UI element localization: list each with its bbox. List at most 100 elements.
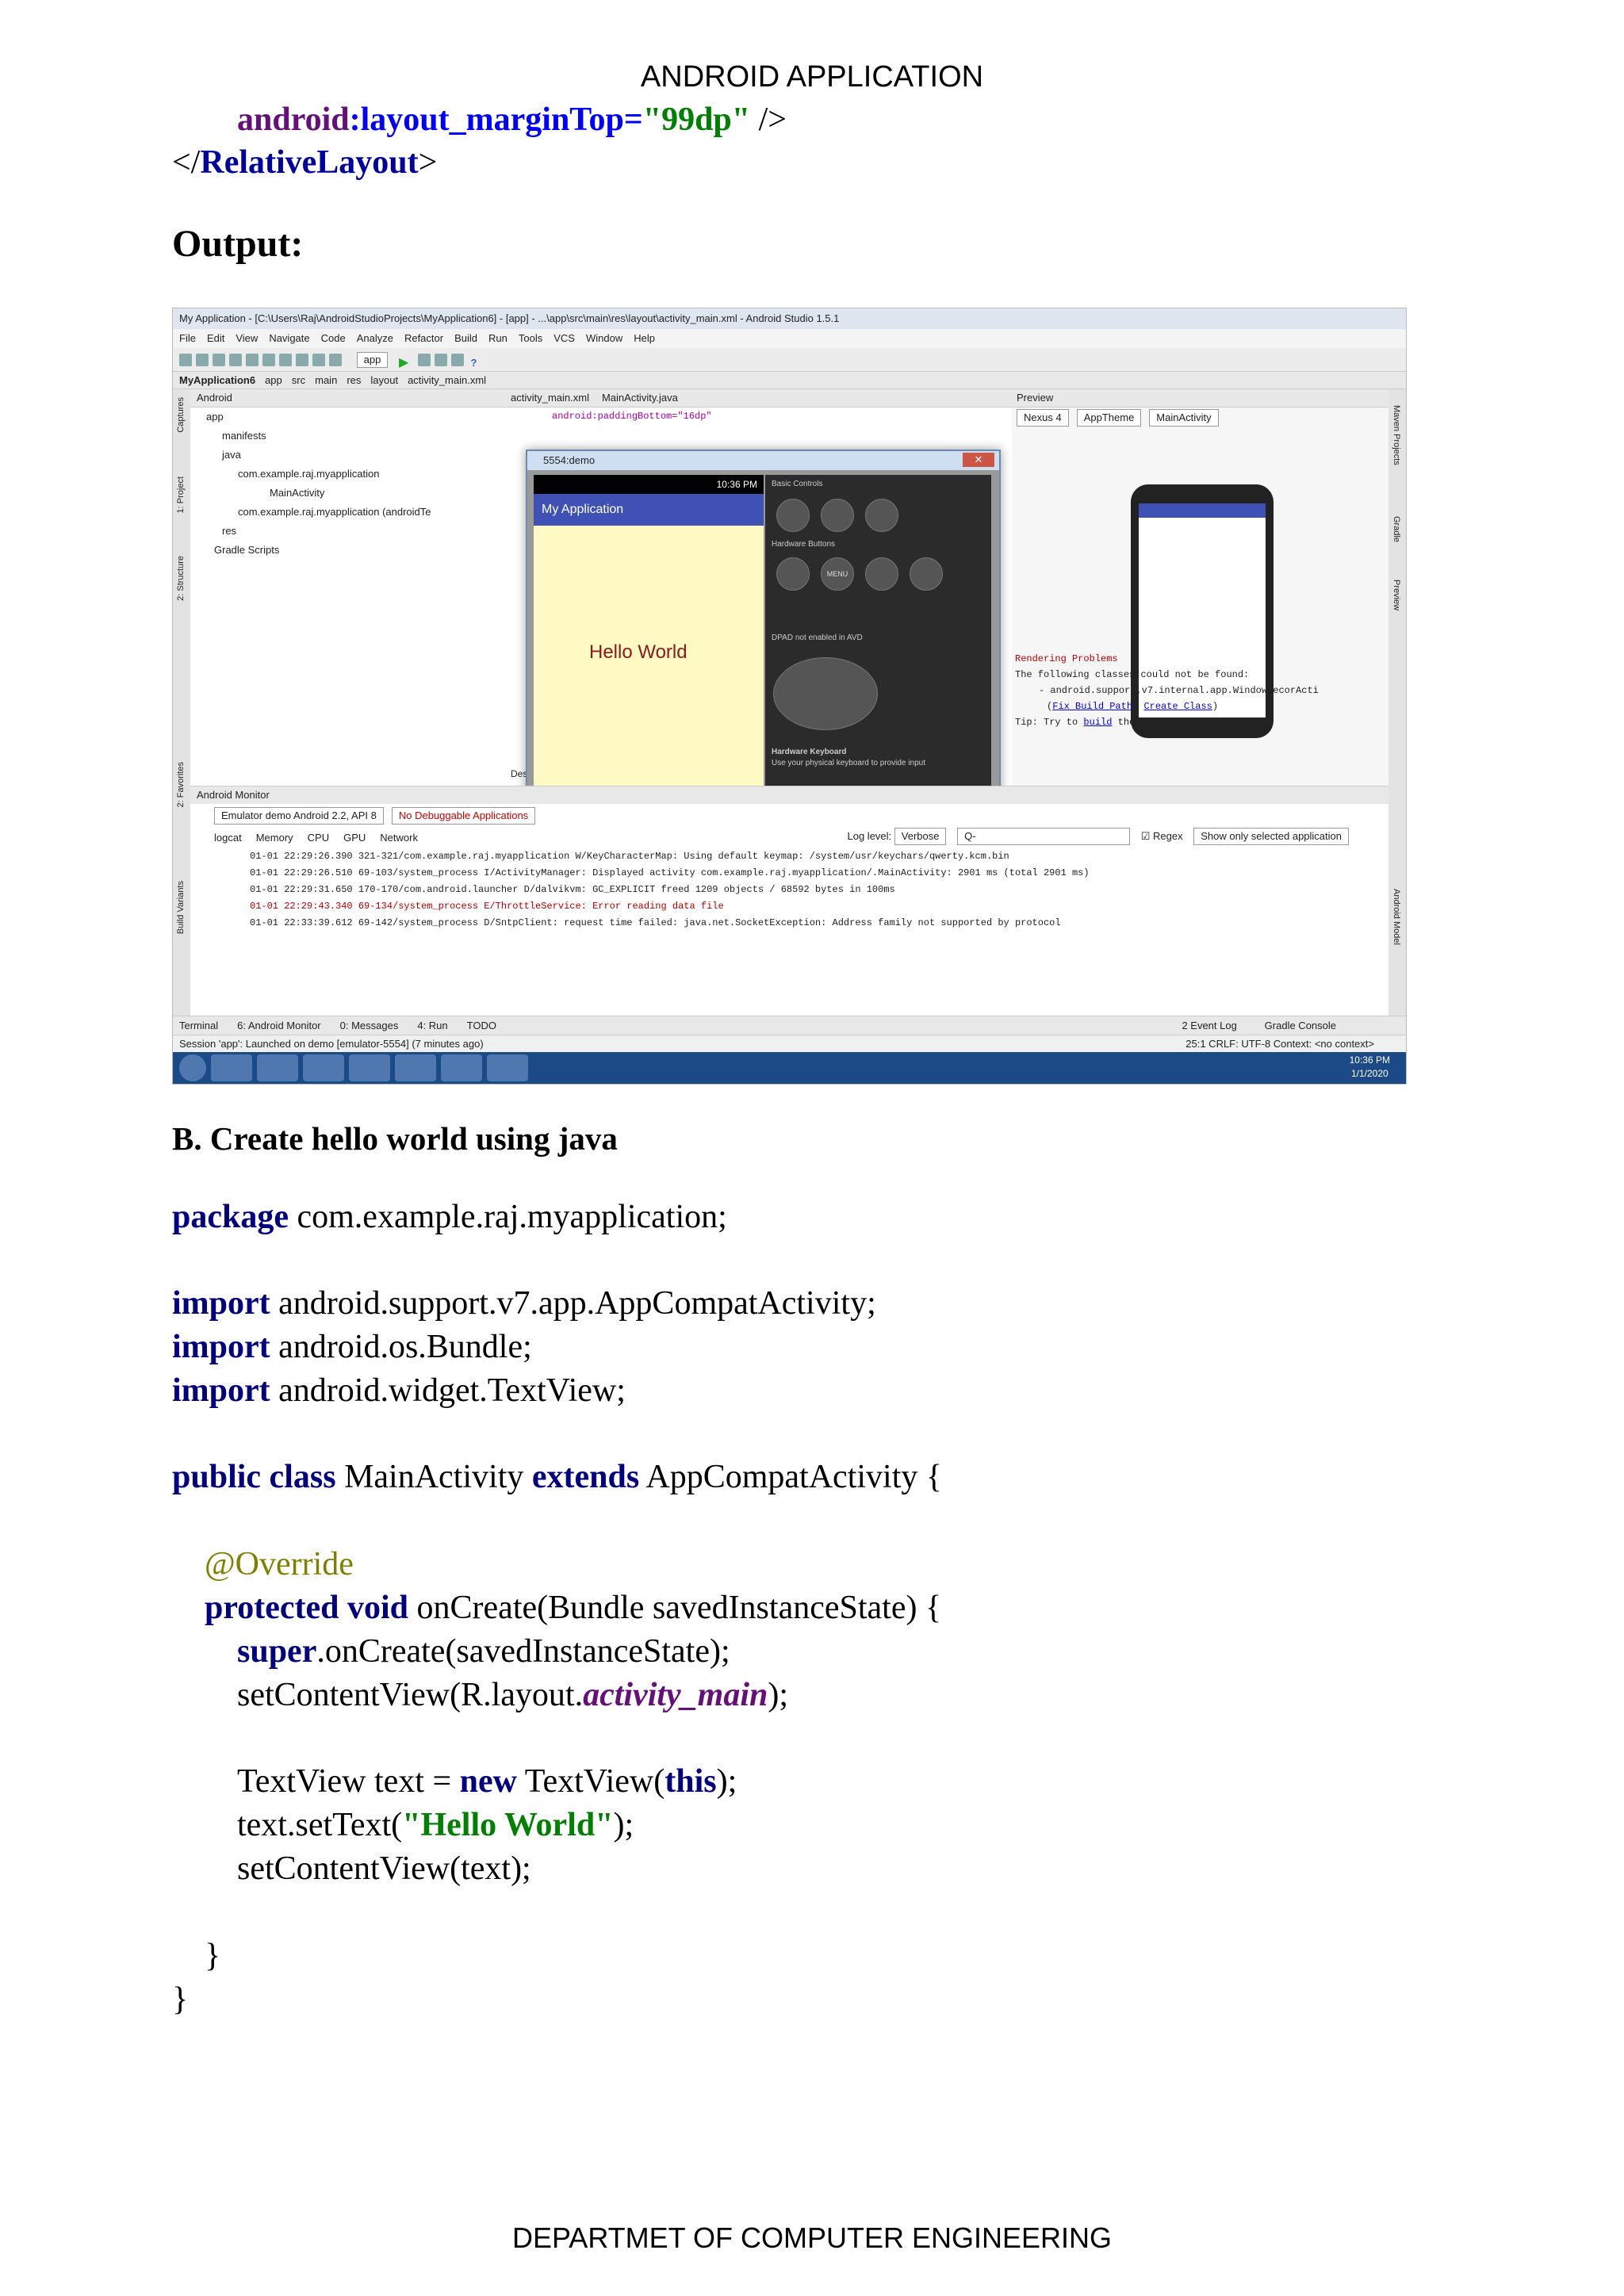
power-icon[interactable] xyxy=(865,499,898,532)
tab-gpu[interactable]: GPU xyxy=(343,832,366,844)
find-icon[interactable] xyxy=(312,354,325,366)
menu-build[interactable]: Build xyxy=(454,332,477,344)
tab-network[interactable]: Network xyxy=(380,832,418,844)
menu-analyze[interactable]: Analyze xyxy=(357,332,393,344)
chrome-icon[interactable] xyxy=(349,1054,390,1081)
emulator-screen[interactable]: 10:36 PM My Application Hello World xyxy=(534,475,764,800)
device-select[interactable]: Nexus 4 xyxy=(1017,409,1069,427)
breadcrumb-item[interactable]: src xyxy=(292,374,305,386)
tree-item-res[interactable]: res xyxy=(190,522,504,541)
theme-select[interactable]: AppTheme xyxy=(1076,409,1142,427)
volume-up-icon[interactable] xyxy=(821,499,854,532)
log-level-select[interactable]: Verbose xyxy=(894,828,947,845)
start-icon[interactable] xyxy=(179,1054,206,1081)
structure-tab[interactable]: 2: Structure xyxy=(176,556,186,601)
menu-window[interactable]: Window xyxy=(586,332,622,344)
volume-down-icon[interactable] xyxy=(776,499,810,532)
favorites-tab[interactable]: 2: Favorites xyxy=(176,762,186,807)
editor-code-line[interactable]: android:paddingBottom="16dp" xyxy=(504,408,1012,422)
regex-checkbox[interactable]: ☑ xyxy=(1141,830,1151,842)
create-class-link[interactable]: Create Class xyxy=(1143,701,1212,712)
menu-vcs[interactable]: VCS xyxy=(553,332,575,344)
cut-icon[interactable] xyxy=(262,354,275,366)
run-icon[interactable]: ▶ xyxy=(399,356,408,369)
media-player-icon[interactable] xyxy=(303,1054,344,1081)
menu-help[interactable]: Help xyxy=(634,332,655,344)
terminal-tab[interactable]: Terminal xyxy=(179,1020,218,1031)
project-tab[interactable]: 1: Project xyxy=(176,476,186,513)
tree-item-java[interactable]: java xyxy=(190,446,504,465)
home-icon[interactable] xyxy=(776,557,810,591)
emulator-icon[interactable] xyxy=(487,1054,528,1081)
gradle-console-tab[interactable]: Gradle Console xyxy=(1265,1020,1336,1031)
breadcrumb-item[interactable]: res xyxy=(347,374,361,386)
replace-icon[interactable] xyxy=(329,354,342,366)
event-log-tab[interactable]: 2 Event Log xyxy=(1182,1020,1236,1031)
device-dropdown[interactable]: Emulator demo Android 2.2, API 8 xyxy=(214,807,384,825)
gradle-tab[interactable]: Gradle xyxy=(1392,516,1401,542)
search-icon[interactable] xyxy=(910,557,943,591)
breadcrumb-item[interactable]: layout xyxy=(370,374,398,386)
activity-select[interactable]: MainActivity xyxy=(1149,409,1219,427)
save-icon[interactable] xyxy=(196,354,209,366)
copy-icon[interactable] xyxy=(279,354,292,366)
explorer-icon[interactable] xyxy=(257,1054,298,1081)
menu-refactor[interactable]: Refactor xyxy=(404,332,443,344)
project-view-select[interactable]: Android xyxy=(190,389,504,408)
tree-item-test-package[interactable]: com.example.raj.myapplication (androidTe xyxy=(190,503,504,522)
preview-tab[interactable]: Preview xyxy=(1392,580,1401,610)
build-link[interactable]: build xyxy=(1083,717,1112,728)
android-studio-icon[interactable] xyxy=(395,1054,436,1081)
messages-tab[interactable]: 0: Messages xyxy=(340,1020,399,1031)
menu-navigate[interactable]: Navigate xyxy=(269,332,309,344)
menu-code[interactable]: Code xyxy=(321,332,346,344)
ie-icon[interactable] xyxy=(211,1054,252,1081)
tab-activity-main-xml[interactable]: activity_main.xml xyxy=(511,392,589,404)
fix-build-path-link[interactable]: Fix Build Path xyxy=(1052,701,1132,712)
sdk-manager-icon[interactable] xyxy=(434,354,447,366)
close-icon[interactable]: ✕ xyxy=(963,453,994,467)
menu-run[interactable]: Run xyxy=(488,332,508,344)
avd-manager-icon[interactable] xyxy=(450,354,464,366)
tab-cpu[interactable]: CPU xyxy=(308,832,329,844)
menu-file[interactable]: File xyxy=(179,332,196,344)
tree-item-manifests[interactable]: manifests xyxy=(190,427,504,446)
process-dropdown[interactable]: No Debuggable Applications xyxy=(391,807,536,825)
breadcrumb-item[interactable]: app xyxy=(265,374,282,386)
sync-icon[interactable] xyxy=(213,354,225,366)
help-icon[interactable]: ? xyxy=(471,357,477,369)
build-variants-tab[interactable]: Build Variants xyxy=(176,881,186,934)
dpad-control[interactable] xyxy=(773,657,878,730)
run-tab[interactable]: 4: Run xyxy=(417,1020,447,1031)
menu-button[interactable]: MENU xyxy=(821,557,854,591)
android-monitor-tab[interactable]: 6: Android Monitor xyxy=(237,1020,321,1031)
tab-logcat[interactable]: logcat xyxy=(214,832,242,844)
undo-icon[interactable] xyxy=(229,354,242,366)
tab-mainactivity-java[interactable]: MainActivity.java xyxy=(602,392,678,404)
open-icon[interactable] xyxy=(179,354,192,366)
todo-tab[interactable]: TODO xyxy=(467,1020,496,1031)
breadcrumb-item[interactable]: main xyxy=(315,374,337,386)
paste-icon[interactable] xyxy=(296,354,308,366)
filter-select[interactable]: Show only selected application xyxy=(1193,828,1349,845)
debug-icon[interactable] xyxy=(417,354,431,366)
word-icon[interactable] xyxy=(441,1054,482,1081)
tree-item-mainactivity[interactable]: MainActivity xyxy=(190,484,504,503)
back-icon[interactable] xyxy=(865,557,898,591)
android-model-tab[interactable]: Android Model xyxy=(1392,889,1401,945)
tree-item-package[interactable]: com.example.raj.myapplication xyxy=(190,465,504,484)
tree-item-gradle-scripts[interactable]: Gradle Scripts xyxy=(190,541,504,560)
captures-tab[interactable]: Captures xyxy=(176,397,186,433)
breadcrumb-item[interactable]: activity_main.xml xyxy=(408,374,486,386)
menu-tools[interactable]: Tools xyxy=(519,332,542,344)
run-config-select[interactable]: app xyxy=(356,352,389,368)
menu-edit[interactable]: Edit xyxy=(207,332,224,344)
clock[interactable]: 10:36 PM 1/1/2020 xyxy=(1350,1054,1390,1081)
redo-icon[interactable] xyxy=(246,354,259,366)
menu-view[interactable]: View xyxy=(236,332,258,344)
tab-memory[interactable]: Memory xyxy=(256,832,293,844)
tree-item-app[interactable]: app xyxy=(190,408,504,427)
maven-projects-tab[interactable]: Maven Projects xyxy=(1392,405,1401,465)
log-search-input[interactable]: Q- xyxy=(957,828,1131,845)
breadcrumb-item[interactable]: MyApplication6 xyxy=(179,374,255,386)
